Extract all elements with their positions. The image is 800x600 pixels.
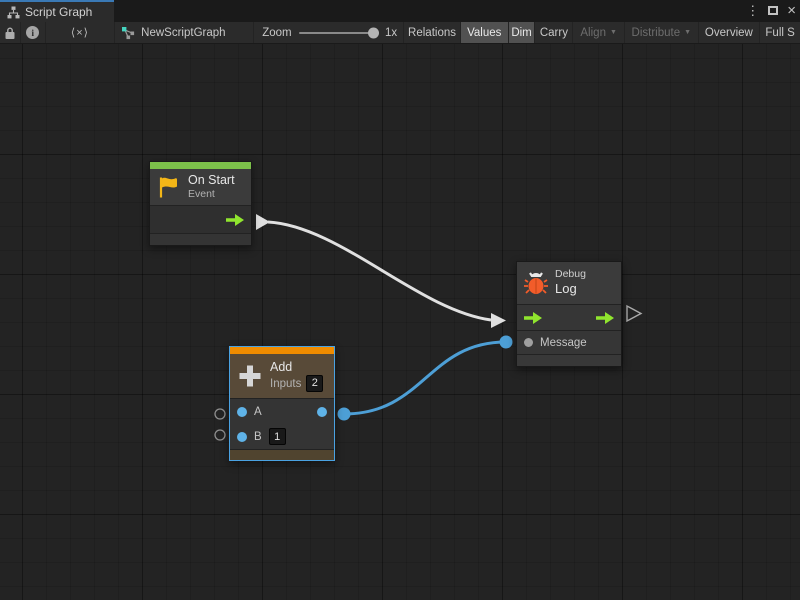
plus-icon — [236, 362, 264, 390]
node-on-start[interactable]: On Start Event — [149, 161, 252, 246]
tab-script-graph[interactable]: Script Graph — [0, 0, 114, 22]
on-start-header[interactable]: On Start Event — [150, 169, 251, 205]
control-wire-start-arrow — [256, 214, 270, 230]
zoom-control: Zoom 1x — [254, 22, 404, 43]
maximize-icon[interactable] — [768, 6, 778, 15]
port-a-external-circle[interactable] — [215, 409, 225, 419]
debug-log-header[interactable]: Debug Log — [517, 262, 621, 304]
toolbar-button-values[interactable]: Values — [461, 22, 509, 43]
trigger-out-external-triangle[interactable] — [627, 306, 641, 321]
code-icon: ⟨×⟩ — [71, 26, 89, 39]
inspector-button[interactable]: i — [21, 22, 46, 43]
inputs-label: Inputs — [270, 377, 301, 391]
lock-icon — [4, 26, 16, 40]
graph-asset-icon — [121, 26, 135, 40]
control-output-port[interactable] — [596, 312, 614, 324]
on-start-trigger-row — [150, 205, 251, 233]
node-title: Add — [270, 360, 323, 376]
value-wire-end-dot — [500, 336, 513, 349]
node-title: Log — [555, 281, 586, 297]
debug-footer — [517, 354, 621, 366]
script-graph-icon — [7, 6, 20, 19]
chevron-down-icon: ▼ — [684, 29, 691, 36]
tab-title: Script Graph — [25, 5, 92, 19]
add-body: A B 1 — [230, 398, 334, 449]
value-wire[interactable] — [344, 342, 506, 414]
toolbar-button-align[interactable]: Align ▼ — [573, 22, 625, 43]
toolbar-button-dim[interactable]: Dim — [509, 22, 536, 43]
script-graph-window: Script Graph ⋮ × i ⟨×⟩ — [0, 0, 800, 600]
graph-asset-selector[interactable]: NewScriptGraph — [115, 22, 254, 43]
port-b-label: B — [254, 431, 262, 443]
graph-name: NewScriptGraph — [141, 27, 225, 39]
on-start-footer — [150, 233, 251, 245]
toolbar-button-fullscreen[interactable]: Full S — [760, 22, 800, 43]
add-footer — [230, 449, 334, 460]
node-title: On Start — [188, 173, 235, 189]
node-debug-log[interactable]: Debug Log Message — [516, 261, 622, 367]
add-port-a-row: A — [230, 399, 334, 424]
edit-source-button[interactable]: ⟨×⟩ — [46, 22, 115, 43]
node-subtitle: Event — [188, 188, 235, 201]
add-port-b-row: B 1 — [230, 424, 334, 449]
toolbar-button-overview[interactable]: Overview — [699, 22, 761, 43]
toolbar-button-carry[interactable]: Carry — [535, 22, 573, 43]
value-wire-start-dot — [338, 408, 351, 421]
control-input-port[interactable] — [524, 312, 542, 324]
zoom-label: Zoom — [262, 27, 291, 39]
window-controls: ⋮ × — [746, 0, 798, 20]
control-wire-end-arrow — [491, 313, 506, 328]
bug-icon — [523, 270, 549, 296]
lock-button[interactable] — [0, 22, 21, 43]
control-output-port[interactable] — [226, 214, 244, 226]
wire-layer — [0, 44, 800, 600]
node-title-namespace: Debug — [555, 268, 586, 281]
port-a-input[interactable] — [237, 407, 247, 417]
inputs-count-field[interactable]: 2 — [306, 375, 323, 392]
message-input-port[interactable] — [524, 338, 533, 347]
event-accent-bar — [150, 162, 251, 169]
graph-toolbar: i ⟨×⟩ NewScriptGraph Zoom 1x Relations V… — [0, 22, 800, 44]
flag-icon — [156, 174, 182, 200]
debug-trigger-row — [517, 304, 621, 330]
math-accent-bar — [230, 347, 334, 354]
node-add[interactable]: Add Inputs 2 A B 1 — [229, 346, 335, 461]
port-a-label: A — [254, 406, 262, 418]
sum-output-port[interactable] — [317, 407, 327, 417]
zoom-slider-thumb[interactable] — [368, 27, 379, 38]
tab-strip: Script Graph ⋮ × — [0, 0, 800, 22]
info-icon: i — [26, 26, 39, 39]
zoom-slider[interactable] — [299, 32, 378, 34]
window-menu-icon[interactable]: ⋮ — [746, 4, 759, 17]
control-wire[interactable] — [268, 222, 491, 320]
port-b-value-field[interactable]: 1 — [269, 428, 286, 445]
debug-message-row: Message — [517, 330, 621, 354]
toolbar-button-distribute[interactable]: Distribute ▼ — [625, 22, 699, 43]
port-b-input[interactable] — [237, 432, 247, 442]
message-port-label: Message — [540, 337, 587, 349]
toolbar-button-relations[interactable]: Relations — [404, 22, 461, 43]
chevron-down-icon: ▼ — [610, 29, 617, 36]
zoom-value: 1x — [385, 27, 397, 39]
close-icon[interactable]: × — [787, 3, 796, 18]
add-header[interactable]: Add Inputs 2 — [230, 354, 334, 398]
port-b-external-circle[interactable] — [215, 430, 225, 440]
graph-canvas[interactable]: On Start Event — [0, 44, 800, 600]
